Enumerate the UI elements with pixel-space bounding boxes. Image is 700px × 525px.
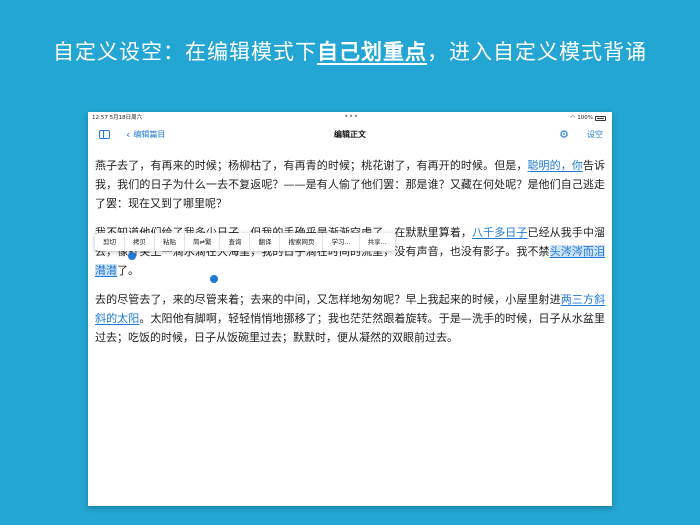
banner-highlight: 自己划重点	[317, 40, 427, 64]
menu-item-convert[interactable]: 简⇌繁	[185, 233, 221, 251]
battery-icon	[595, 115, 606, 121]
paragraph-3[interactable]: 去的尽管去了，来的尽管来着；去来的中间，又怎样地匆匆呢？早上我起来的时候，小屋里…	[95, 290, 605, 347]
selection-start-handle[interactable]	[128, 252, 136, 260]
text-run: 燕子去了，有再来的时候；杨柳枯了，有再青的时候；桃花谢了，有再开的时候。但是，	[95, 159, 528, 172]
paragraph-2[interactable]: 我不知道他们给了我多少日子，但我的手确乎是渐渐空虚了。在默默里算着，八千多日子已…	[95, 223, 605, 280]
menu-item-cut[interactable]: 剪切	[95, 233, 125, 251]
text-editor[interactable]: 燕子去了，有再来的时候；杨柳枯了，有再青的时候；桃花谢了，有再开的时候。但是，聪…	[95, 156, 605, 357]
menu-item-paste[interactable]: 粘贴	[155, 233, 185, 251]
status-bar: 12:57 5月18日周六 ••• ◠ 100%	[88, 112, 612, 124]
menu-item-share[interactable]: 共享...	[360, 233, 395, 251]
sidebar-toggle-icon[interactable]	[99, 130, 110, 139]
blank-marked-text[interactable]: 八千多日子	[472, 226, 527, 239]
feature-banner: 自定义设空：在编辑模式下自己划重点，进入自定义模式背诵	[0, 36, 700, 66]
edit-context-menu: 剪切 拷贝 粘贴 简⇌繁 查询 翻译 搜索网页 学习... 共享...	[95, 233, 395, 251]
multitask-dots[interactable]: •••	[344, 112, 358, 122]
menu-item-lookup[interactable]: 查询	[220, 233, 251, 251]
chevron-left-icon: ‹	[126, 128, 131, 141]
back-button[interactable]: ‹ 编辑篇目	[126, 125, 165, 145]
status-time: 12:57 5月18日周六	[92, 115, 143, 121]
nav-bar: ‹ 编辑篇目 编辑正文 ⚙ 设空	[88, 125, 612, 145]
banner-suffix: ，进入自定义模式背诵	[427, 40, 647, 64]
text-run: 。太阳他有脚啊，轻轻悄悄地挪移了；我也茫茫然跟着旋转。于是—洗手的时候，日子从水…	[95, 312, 606, 344]
blank-marked-text[interactable]: 聪明的，你	[527, 159, 582, 172]
menu-item-learn[interactable]: 学习...	[323, 233, 360, 251]
text-run: 了。	[117, 264, 139, 277]
tablet-screen: 12:57 5月18日周六 ••• ◠ 100% ‹ 编辑篇目 编辑正文 ⚙ 设…	[88, 112, 612, 506]
back-label: 编辑篇目	[133, 130, 166, 139]
menu-item-translate[interactable]: 翻译	[250, 233, 281, 251]
wifi-icon: ◠	[570, 115, 576, 121]
banner-prefix: 自定义设空：在编辑模式下	[53, 40, 317, 64]
selection-end-handle[interactable]	[210, 275, 218, 283]
battery-percent: 100%	[577, 115, 593, 121]
gear-icon[interactable]: ⚙	[559, 125, 569, 145]
status-right: ◠ 100%	[570, 112, 606, 124]
menu-item-copy[interactable]: 拷贝	[125, 233, 155, 251]
paragraph-1[interactable]: 燕子去了，有再来的时候；杨柳枯了，有再青的时候；桃花谢了，有再开的时候。但是，聪…	[95, 156, 605, 213]
menu-item-search-web[interactable]: 搜索网页	[280, 233, 324, 251]
page-title: 编辑正文	[334, 130, 366, 139]
text-run: 去的尽管去了，来的尽管来着；去来的中间，又怎样地匆匆呢？早上我起来的时候，小屋里…	[95, 293, 561, 306]
set-blank-button[interactable]: 设空	[587, 125, 603, 145]
